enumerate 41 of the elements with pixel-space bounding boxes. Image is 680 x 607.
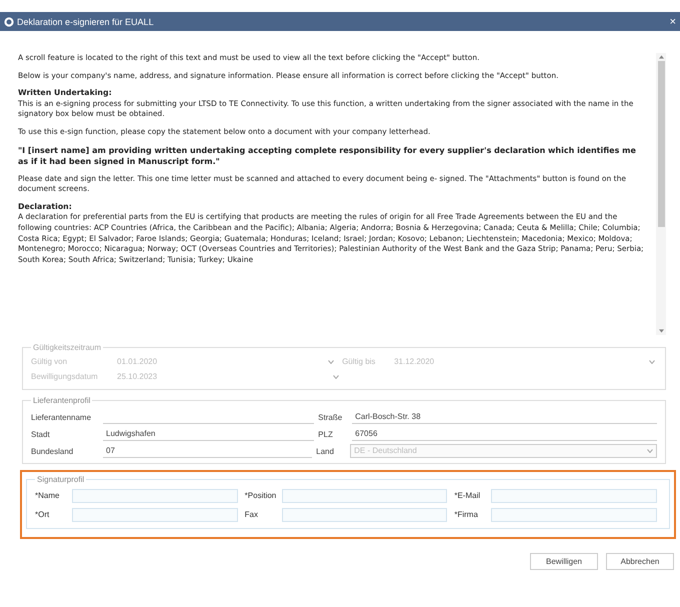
caret-icon	[649, 360, 655, 364]
group-legend: Gültigkeitszeitraum	[31, 343, 104, 352]
group-legend: Signaturprofil	[35, 475, 86, 484]
input-field[interactable]	[72, 508, 238, 522]
caret-icon	[333, 374, 339, 378]
input-field[interactable]	[491, 508, 658, 522]
field-label: PLZ	[318, 430, 334, 441]
input-field[interactable]	[491, 488, 658, 502]
caret-icon	[647, 449, 653, 453]
field-label: Lieferantenname	[31, 413, 92, 424]
field-label: *Ort	[35, 510, 50, 519]
scroll-down-icon[interactable]	[658, 329, 664, 333]
field-label: Land	[316, 447, 335, 458]
text-field[interactable]: 67056	[352, 428, 657, 441]
scrollbar[interactable]	[656, 53, 666, 335]
input-field[interactable]	[282, 488, 448, 502]
group-legend: Lieferantenprofil	[31, 396, 92, 405]
field-label: Stadt	[31, 430, 51, 441]
field-label: Bundesland	[31, 447, 74, 458]
input-field[interactable]	[72, 488, 238, 502]
input-field[interactable]	[282, 508, 448, 522]
text-field[interactable]: 07	[103, 445, 312, 458]
field-label: Bewilligungsdatum	[31, 372, 99, 381]
field-label: *Name	[35, 491, 60, 500]
scroll-thumb[interactable]	[658, 61, 664, 227]
field-label: *Position	[244, 491, 278, 500]
caret-icon	[328, 360, 334, 364]
window-title: Deklaration e-signieren für EUALL	[17, 16, 155, 26]
field-label: *Firma	[454, 510, 479, 519]
field-label: Gültig bis	[342, 357, 376, 366]
dialog-button[interactable]: Abbrechen	[606, 553, 674, 570]
field-label: Fax	[244, 510, 260, 519]
text-field[interactable]: Ludwigshafen	[103, 428, 314, 441]
scroll-up-icon[interactable]	[658, 55, 664, 59]
close-button[interactable]: ×	[670, 16, 676, 28]
statement-text: "I [insert name] am providing written undertaking accepting complete responsibility for every supplier's declaration which identifies me as if it had been signed in Manuscript form."	[18, 144, 637, 167]
text-field[interactable]: Carl-Bosch-Str. 38	[352, 411, 657, 424]
field-label: Gültig von	[31, 357, 68, 366]
dialog-button[interactable]: Bewilligen	[530, 553, 598, 570]
field-label: *E-Mail	[454, 491, 482, 500]
field-label: Straße	[318, 413, 344, 424]
